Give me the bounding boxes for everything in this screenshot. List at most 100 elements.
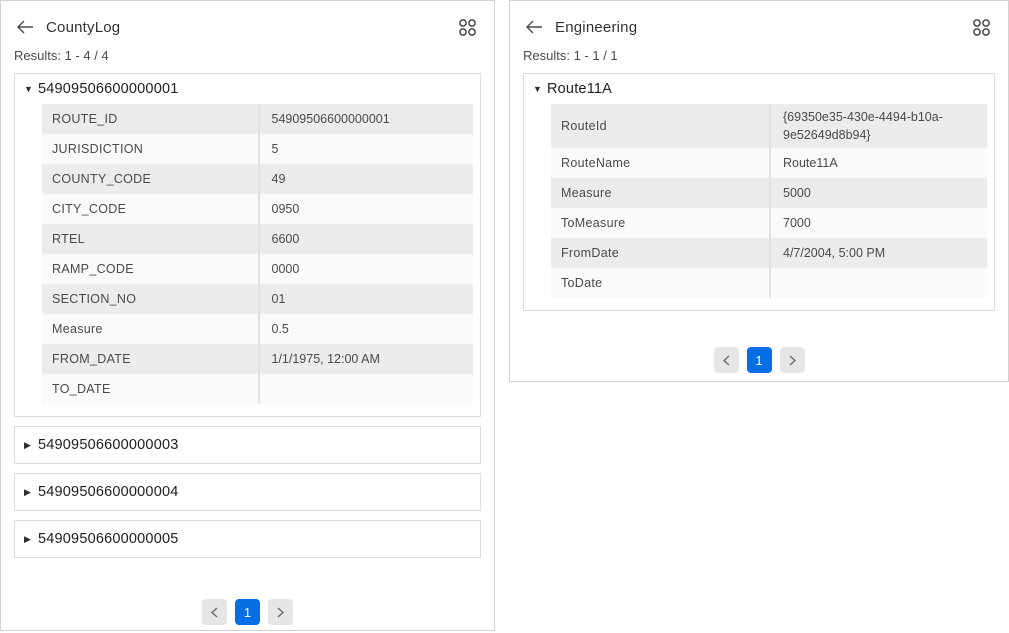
feature-title: 54909506600000001: [38, 81, 179, 97]
field-value: 01: [258, 284, 474, 314]
table-row: ROUTE_ID 54909506600000001: [42, 104, 473, 134]
chevron-left-icon: [722, 355, 731, 366]
field-value: [769, 268, 987, 298]
collapse-triangle-icon: ▼: [533, 85, 547, 94]
expand-triangle-icon: ▶: [24, 441, 38, 450]
chevron-left-icon: [210, 607, 219, 618]
field-label: RouteId: [551, 104, 769, 148]
field-value: 4/7/2004, 5:00 PM: [769, 238, 987, 268]
back-button[interactable]: [523, 18, 545, 36]
field-label: ToMeasure: [551, 208, 769, 238]
feature-accordion-header[interactable]: ▼ 54909506600000001: [15, 74, 480, 104]
field-value: 0.5: [258, 314, 474, 344]
back-arrow-icon: [525, 20, 543, 34]
table-row: ToMeasure 7000: [551, 208, 987, 238]
feature-card-expanded: ▼ 54909506600000001 ROUTE_ID 54909506600…: [14, 73, 481, 417]
field-value: 5: [258, 134, 474, 164]
feature-accordion-header[interactable]: ▶ 54909506600000004: [15, 474, 480, 510]
field-value: [258, 374, 474, 404]
field-label: FROM_DATE: [42, 344, 258, 374]
next-page-button[interactable]: [268, 599, 293, 625]
panel-title: Engineering: [555, 19, 637, 36]
table-row: CITY_CODE 0950: [42, 194, 473, 224]
grid-circles-icon: [972, 18, 991, 37]
feature-card-expanded: ▼ Route11A RouteId {69350e35-430e-4494-b…: [523, 73, 995, 311]
field-label: ToDate: [551, 268, 769, 298]
field-value: 5000: [769, 178, 987, 208]
results-count: Results: 1 - 1 / 1: [523, 48, 995, 63]
field-label: ROUTE_ID: [42, 104, 258, 134]
back-button[interactable]: [14, 18, 36, 36]
results-count: Results: 1 - 4 / 4: [14, 48, 481, 63]
grid-circles-icon: [458, 18, 477, 37]
panel-title: CountyLog: [46, 19, 120, 36]
table-row: Measure 5000: [551, 178, 987, 208]
field-label: Measure: [551, 178, 769, 208]
field-value: 1/1/1975, 12:00 AM: [258, 344, 474, 374]
field-value: 6600: [258, 224, 474, 254]
back-arrow-icon: [16, 20, 34, 34]
field-label: JURISDICTION: [42, 134, 258, 164]
table-row: JURISDICTION 5: [42, 134, 473, 164]
field-label: CITY_CODE: [42, 194, 258, 224]
field-value: 54909506600000001: [258, 104, 474, 134]
pagination: 1: [523, 347, 995, 373]
field-label: FromDate: [551, 238, 769, 268]
table-row: COUNTY_CODE 49: [42, 164, 473, 194]
panel-header: Engineering: [523, 15, 995, 39]
feature-title: 54909506600000005: [38, 531, 179, 547]
table-row: ToDate: [551, 268, 987, 298]
next-page-button[interactable]: [780, 347, 805, 373]
feature-title: 54909506600000003: [38, 437, 179, 453]
feature-accordion-header[interactable]: ▼ Route11A: [524, 74, 994, 104]
table-row: RouteId {69350e35-430e-4494-b10a-9e52649…: [551, 104, 987, 148]
table-row: Measure 0.5: [42, 314, 473, 344]
feature-card-collapsed: ▶ 54909506600000005: [14, 520, 481, 558]
field-label: COUNTY_CODE: [42, 164, 258, 194]
table-row: RAMP_CODE 0000: [42, 254, 473, 284]
prev-page-button[interactable]: [202, 599, 227, 625]
collapse-triangle-icon: ▼: [24, 85, 38, 94]
field-value: Route11A: [769, 148, 987, 178]
field-value: 0950: [258, 194, 474, 224]
page-number-button[interactable]: 1: [235, 599, 260, 625]
feature-list: ▼ 54909506600000001 ROUTE_ID 54909506600…: [14, 73, 481, 558]
feature-panel-engineering: Engineering Results: 1 - 1 / 1 ▼ Route11…: [509, 0, 1009, 382]
field-value: 7000: [769, 208, 987, 238]
field-value: 0000: [258, 254, 474, 284]
field-value: {69350e35-430e-4494-b10a-9e52649d8b94}: [769, 104, 987, 148]
field-label: SECTION_NO: [42, 284, 258, 314]
chevron-right-icon: [788, 355, 797, 366]
feature-card-collapsed: ▶ 54909506600000004: [14, 473, 481, 511]
field-value: 49: [258, 164, 474, 194]
attribute-table: RouteId {69350e35-430e-4494-b10a-9e52649…: [551, 104, 987, 298]
expand-triangle-icon: ▶: [24, 535, 38, 544]
pagination: 1: [14, 599, 481, 625]
field-label: Measure: [42, 314, 258, 344]
layer-grid-button[interactable]: [456, 16, 479, 39]
chevron-right-icon: [276, 607, 285, 618]
feature-card-collapsed: ▶ 54909506600000003: [14, 426, 481, 464]
feature-title: 54909506600000004: [38, 484, 179, 500]
field-label: RAMP_CODE: [42, 254, 258, 284]
expand-triangle-icon: ▶: [24, 488, 38, 497]
table-row: TO_DATE: [42, 374, 473, 404]
table-row: RouteName Route11A: [551, 148, 987, 178]
field-label: TO_DATE: [42, 374, 258, 404]
table-row: RTEL 6600: [42, 224, 473, 254]
prev-page-button[interactable]: [714, 347, 739, 373]
field-label: RouteName: [551, 148, 769, 178]
field-label: RTEL: [42, 224, 258, 254]
feature-title: Route11A: [547, 81, 612, 97]
page-number-button[interactable]: 1: [747, 347, 772, 373]
feature-list: ▼ Route11A RouteId {69350e35-430e-4494-b…: [523, 73, 995, 311]
panel-header: CountyLog: [14, 15, 481, 39]
attribute-table: ROUTE_ID 54909506600000001 JURISDICTION …: [42, 104, 473, 404]
table-row: FromDate 4/7/2004, 5:00 PM: [551, 238, 987, 268]
feature-accordion-header[interactable]: ▶ 54909506600000003: [15, 427, 480, 463]
table-row: SECTION_NO 01: [42, 284, 473, 314]
table-row: FROM_DATE 1/1/1975, 12:00 AM: [42, 344, 473, 374]
feature-panel-countylog: CountyLog Results: 1 - 4 / 4 ▼ 549095066…: [0, 0, 495, 631]
layer-grid-button[interactable]: [970, 16, 993, 39]
feature-accordion-header[interactable]: ▶ 54909506600000005: [15, 521, 480, 557]
